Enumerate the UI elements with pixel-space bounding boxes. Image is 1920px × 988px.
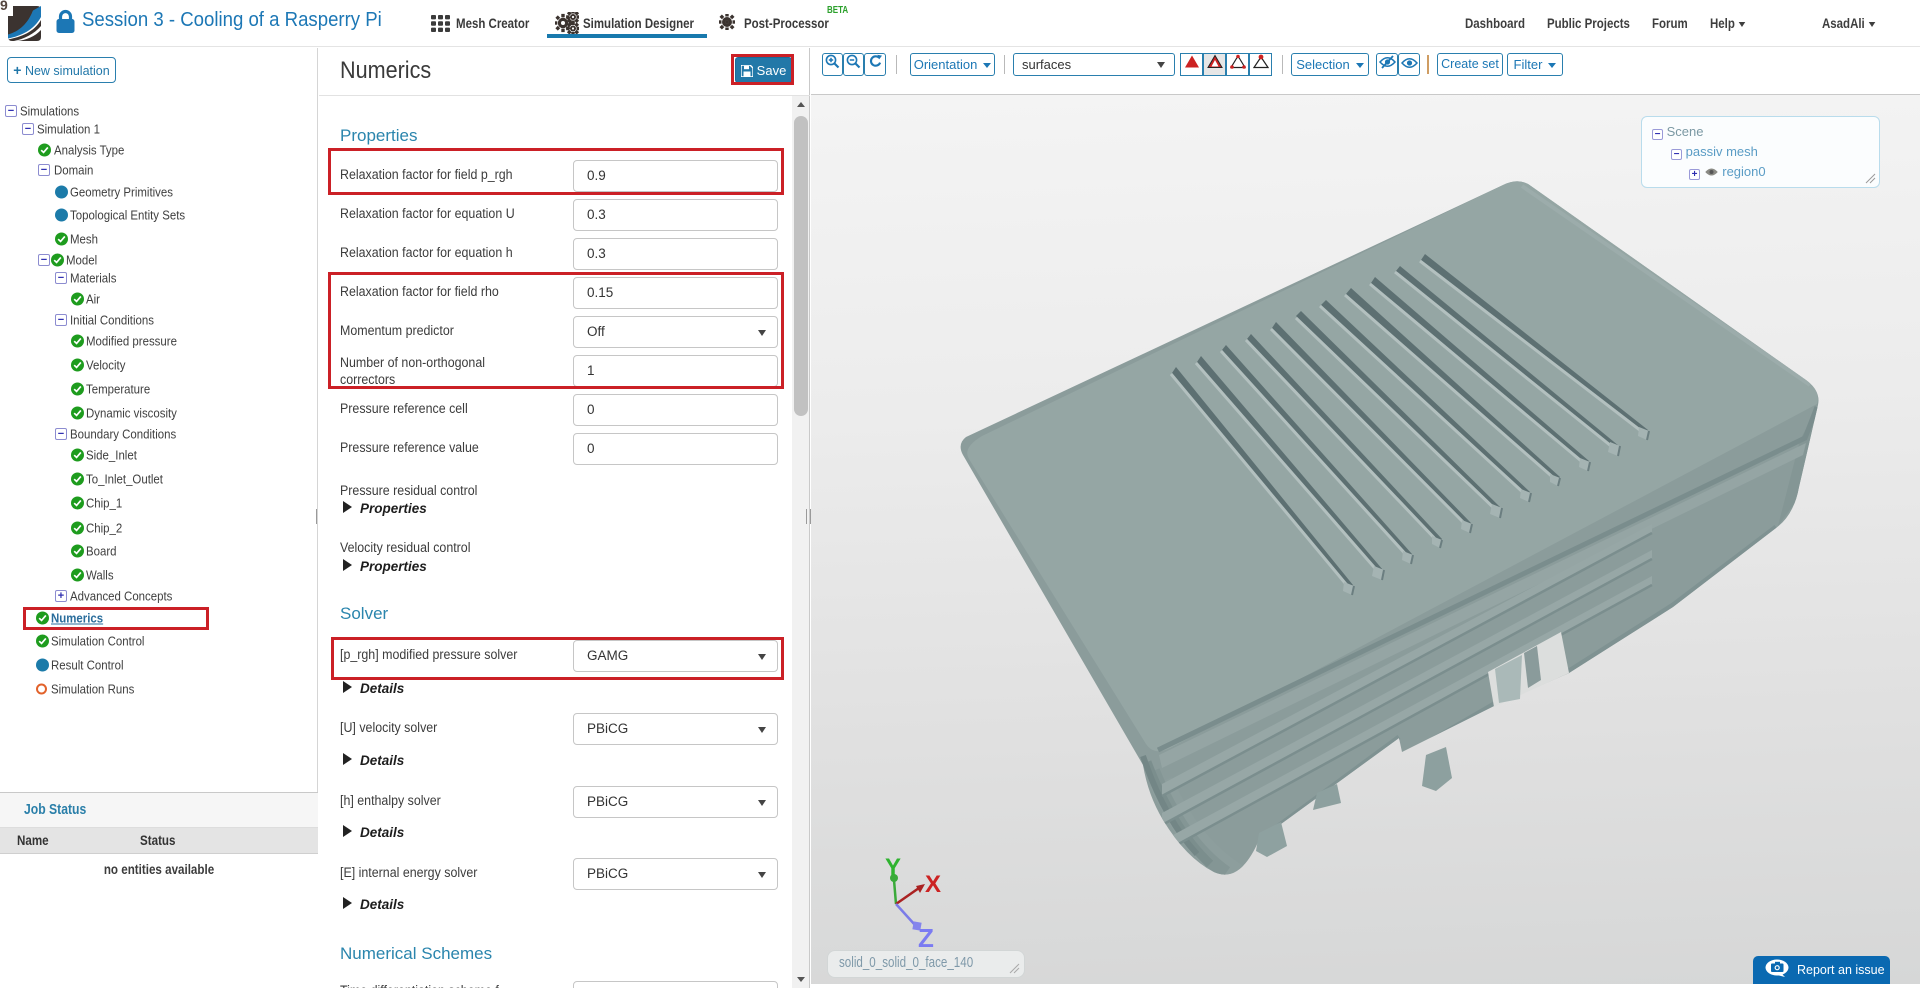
svg-text:Y: Y [885,854,901,881]
svg-text:Z: Z [918,923,934,953]
svg-text:X: X [925,871,941,898]
